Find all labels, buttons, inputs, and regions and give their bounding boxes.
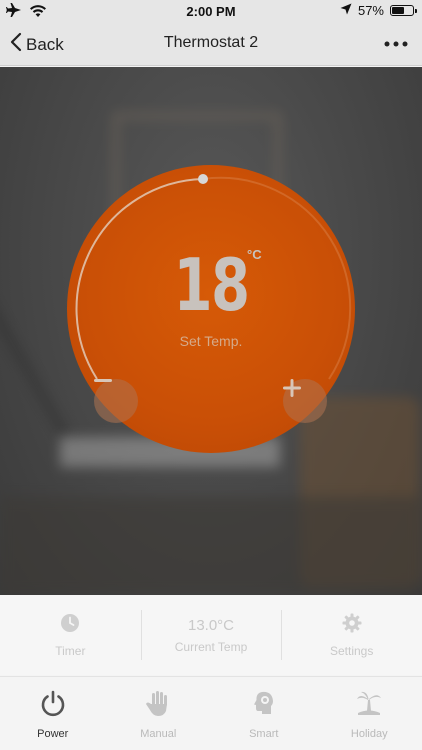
temperature-dial[interactable]: 18 °C Set Temp. xyxy=(67,165,355,453)
status-right-icons: 57% xyxy=(340,3,417,18)
bottom-tab-bar: Power Manual Smart Holiday xyxy=(0,676,422,750)
clock-icon xyxy=(60,613,80,638)
tab-holiday-label: Holiday xyxy=(350,728,388,740)
tab-smart[interactable]: Smart xyxy=(211,677,317,750)
tab-smart-label: Smart xyxy=(249,728,279,740)
hand-icon xyxy=(144,689,172,722)
power-icon xyxy=(39,689,67,722)
tab-power-label: Power xyxy=(37,728,69,740)
current-temp-display: 13.0°C Current Temp xyxy=(140,595,282,675)
battery-icon xyxy=(390,5,417,16)
current-temp-value: 13.0°C xyxy=(187,616,235,634)
decrease-temp-button[interactable] xyxy=(94,379,138,423)
background-floor xyxy=(0,497,422,595)
palm-tree-icon xyxy=(355,689,383,722)
dial-handle[interactable] xyxy=(198,174,208,184)
temperature-unit: °C xyxy=(247,247,262,262)
thermostat-hero: 18 °C Set Temp. xyxy=(0,67,422,595)
gear-icon xyxy=(342,613,362,638)
set-temp-label: Set Temp. xyxy=(179,333,243,349)
set-temperature-value: 18 xyxy=(173,243,250,327)
location-arrow-icon xyxy=(340,3,352,18)
tab-power[interactable]: Power xyxy=(0,677,106,750)
more-options-button[interactable] xyxy=(384,34,408,59)
info-bar: Timer 13.0°C Current Temp Settings xyxy=(0,595,422,675)
increase-temp-button[interactable] xyxy=(283,379,327,423)
tab-holiday[interactable]: Holiday xyxy=(317,677,422,750)
plus-icon xyxy=(283,379,301,397)
battery-percent: 57% xyxy=(357,3,384,18)
timer-label: Timer xyxy=(55,643,86,658)
head-brain-icon xyxy=(250,689,278,722)
chevron-left-icon xyxy=(10,32,22,57)
background-lamp xyxy=(0,286,69,438)
minus-icon xyxy=(94,379,112,382)
current-temp-label: Current Temp xyxy=(174,639,248,654)
status-bar: 2:00 PM 57% xyxy=(0,0,422,22)
more-dots-icon xyxy=(384,41,408,47)
tab-manual-label: Manual xyxy=(140,728,177,740)
nav-bar: Back Thermostat 2 xyxy=(0,22,422,66)
back-button[interactable]: Back xyxy=(10,32,64,57)
timer-button[interactable]: Timer xyxy=(0,595,141,675)
back-label: Back xyxy=(26,34,64,54)
settings-button[interactable]: Settings xyxy=(281,595,422,675)
settings-label: Settings xyxy=(330,643,374,658)
tab-manual[interactable]: Manual xyxy=(106,677,212,750)
